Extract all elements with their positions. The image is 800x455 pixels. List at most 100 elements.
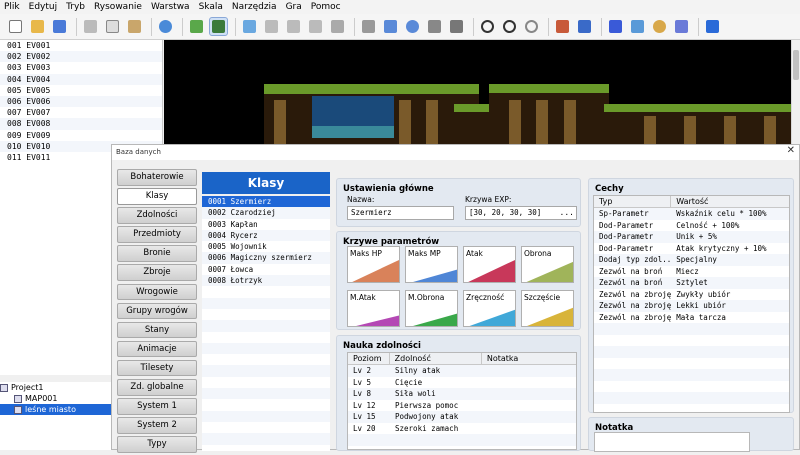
tab-klasy[interactable]: Klasy (117, 188, 197, 205)
plugin-icon[interactable] (575, 17, 594, 36)
menu-warstwa[interactable]: Warstwa (151, 2, 190, 12)
list-item[interactable]: 004 EV004 (0, 73, 162, 85)
tab-przedmioty[interactable]: Przedmioty (117, 226, 197, 243)
column-level[interactable]: Poziom (348, 353, 390, 364)
table-row[interactable] (594, 381, 789, 393)
layer1-icon[interactable] (240, 17, 259, 36)
note-textarea[interactable] (594, 432, 750, 452)
tab-stany[interactable]: Stany (117, 321, 197, 339)
table-row[interactable] (594, 358, 789, 370)
zoom-out-icon[interactable] (500, 17, 519, 36)
curve-m-defense[interactable]: M.Obrona (405, 290, 458, 327)
list-item[interactable]: 007 EV007 (0, 107, 162, 118)
column-type[interactable]: Typ (594, 196, 672, 207)
tab-wrogowie[interactable]: Wrogowie (117, 283, 197, 301)
list-item[interactable]: 0004 Rycerz (202, 229, 330, 242)
table-row[interactable]: Lv 12 Pierwsza pomoc (348, 400, 576, 412)
list-item[interactable]: 002 EV002 (0, 51, 162, 63)
close-icon[interactable]: ✕ (787, 145, 795, 156)
list-item[interactable]: 0001 Szermierz (202, 196, 330, 208)
tab-animacje[interactable]: Animacje (117, 340, 197, 358)
table-row[interactable]: Dodaj typ zdol... Specjalny (594, 254, 789, 266)
tab-zdolnosci[interactable]: Zdolności (117, 207, 197, 224)
scroll-thumb[interactable] (793, 50, 799, 80)
list-item[interactable]: 0007 Łowca (202, 264, 330, 275)
list-item[interactable]: 008 EV008 (0, 118, 162, 130)
fill-icon[interactable] (425, 17, 444, 36)
table-row[interactable] (594, 369, 789, 381)
paste-icon[interactable] (125, 17, 144, 36)
cut-icon[interactable] (81, 17, 100, 36)
table-row[interactable]: Zezwól na broń Miecz (594, 266, 789, 278)
tab-bohaterowie[interactable]: Bohaterowie (117, 169, 197, 186)
save-icon[interactable] (50, 17, 69, 36)
curve-attack[interactable]: Atak (463, 246, 516, 283)
tab-system-2[interactable]: System 2 (117, 417, 197, 434)
tree-map001[interactable]: MAP001 (0, 393, 112, 404)
table-row[interactable]: Dod-Parametr Atak krytyczny + 10% (594, 243, 789, 255)
column-note[interactable]: Notatka (482, 353, 576, 364)
map-scrollbar[interactable] (791, 40, 800, 145)
list-item[interactable]: 0006 Magiczny szermierz (202, 252, 330, 264)
table-row[interactable]: Lv 15 Podwojony atak (348, 411, 576, 423)
table-row[interactable]: Zezwól na zbroję Mała tarcza (594, 312, 789, 324)
tab-typy[interactable]: Typy (117, 436, 197, 453)
menu-pomoc[interactable]: Pomoc (311, 2, 341, 12)
table-row[interactable]: Lv 2 Silny atak (348, 365, 576, 377)
table-row[interactable]: Zezwól na zbroję Lekki ubiór (594, 300, 789, 312)
rectangle-icon[interactable] (381, 17, 400, 36)
open-icon[interactable] (28, 17, 47, 36)
tab-bronie[interactable]: Bronie (117, 245, 197, 262)
column-value[interactable]: Wartość (671, 196, 789, 207)
copy-icon[interactable] (103, 17, 122, 36)
character-gen-icon[interactable] (650, 17, 669, 36)
playtest-icon[interactable] (703, 17, 722, 36)
layer2-icon[interactable] (262, 17, 281, 36)
table-row[interactable]: Zezwól na zbroję Zwykły ubiór (594, 289, 789, 301)
curve-max-mp[interactable]: Maks MP (405, 246, 458, 283)
curve-max-hp[interactable]: Maks HP (347, 246, 400, 283)
menu-narzedzia[interactable]: Narzędzia (232, 2, 277, 12)
name-field[interactable]: Szermierz (347, 206, 454, 220)
table-row[interactable]: Zezwól na broń Sztylet (594, 277, 789, 289)
list-item[interactable]: 0002 Czarodziej (202, 207, 330, 219)
table-row[interactable]: Lv 5 Cięcie (348, 377, 576, 389)
tab-zd-globalne[interactable]: Zd. globalne (117, 379, 197, 396)
tab-system-1[interactable]: System 1 (117, 398, 197, 415)
list-item[interactable]: 006 EV006 (0, 95, 162, 108)
list-item[interactable]: 0003 Kapłan (202, 219, 330, 230)
tab-tilesety[interactable]: Tilesety (117, 359, 197, 377)
list-item[interactable]: 009 EV009 (0, 130, 162, 141)
table-row[interactable]: Dod-Parametr Unik + 5% (594, 231, 789, 243)
menu-rysowanie[interactable]: Rysowanie (94, 2, 142, 12)
tab-zbroje[interactable]: Zbroje (117, 264, 197, 281)
column-skill[interactable]: Zdolność (390, 353, 482, 364)
menu-gra[interactable]: Gra (286, 2, 302, 12)
list-item[interactable]: 005 EV005 (0, 85, 162, 96)
database-icon[interactable] (553, 17, 572, 36)
table-row[interactable] (594, 335, 789, 347)
table-row[interactable] (594, 346, 789, 358)
table-row[interactable]: Lv 8 Siła woli (348, 388, 576, 400)
curve-agility[interactable]: Zręczność (463, 290, 516, 327)
table-row[interactable] (594, 323, 789, 335)
table-row[interactable]: Dod-Parametr Celność + 100% (594, 220, 789, 232)
zoom-in-icon[interactable] (478, 17, 497, 36)
shadow-pen-icon[interactable] (447, 17, 466, 36)
undo-icon[interactable] (156, 17, 175, 36)
sound-icon[interactable] (606, 17, 625, 36)
table-row[interactable]: Lv 20 Szeroki zamach (348, 423, 576, 435)
list-item[interactable]: 0005 Wojownik (202, 241, 330, 252)
tree-lesne-miasto[interactable]: leśne miasto (0, 404, 112, 415)
event-search-icon[interactable] (672, 17, 691, 36)
table-row[interactable] (348, 434, 576, 446)
map-mode-icon[interactable] (187, 17, 206, 36)
layer3-icon[interactable] (284, 17, 303, 36)
tree-project[interactable]: Project1 (0, 382, 112, 393)
list-item[interactable]: 001 EV001 (0, 40, 162, 51)
curve-defense[interactable]: Obrona (521, 246, 574, 283)
curve-m-attack[interactable]: M.Atak (347, 290, 400, 327)
menu-tryb[interactable]: Tryb (66, 2, 85, 12)
menu-plik[interactable]: Plik (4, 2, 20, 12)
zoom-actual-icon[interactable] (522, 17, 541, 36)
